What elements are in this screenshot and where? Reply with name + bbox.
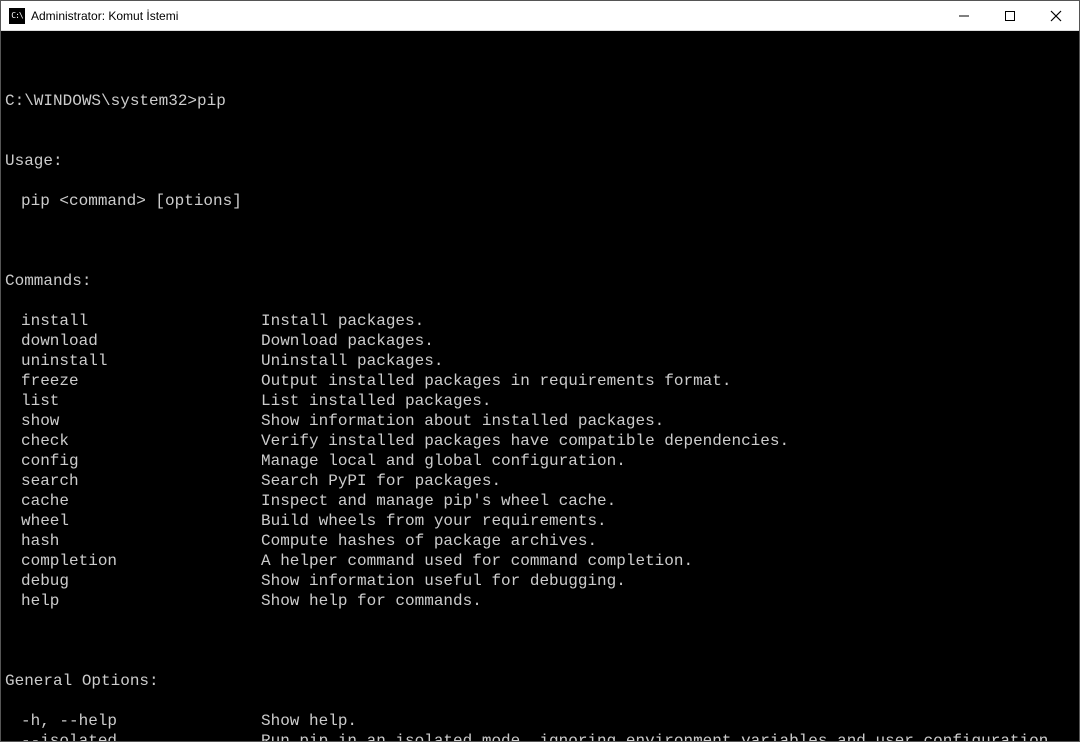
command-desc: Manage local and global configuration. — [261, 451, 1075, 471]
command-desc: Build wheels from your requirements. — [261, 511, 1075, 531]
command-row: helpShow help for commands. — [5, 591, 1075, 611]
command-desc: Verify installed packages have compatibl… — [261, 431, 1075, 451]
command-row: completionA helper command used for comm… — [5, 551, 1075, 571]
options-header: General Options: — [5, 671, 1075, 691]
typed-command: pip — [197, 92, 226, 110]
command-desc: Inspect and manage pip's wheel cache. — [261, 491, 1075, 511]
command-row: debugShow information useful for debuggi… — [5, 571, 1075, 591]
commands-header: Commands: — [5, 271, 1075, 291]
command-name: search — [5, 471, 261, 491]
usage-header: Usage: — [5, 151, 1075, 171]
command-desc: Download packages. — [261, 331, 1075, 351]
command-name: show — [5, 411, 261, 431]
command-name: uninstall — [5, 351, 261, 371]
option-flag: --isolated — [5, 731, 261, 741]
option-flag: -h, --help — [5, 711, 261, 731]
close-button[interactable] — [1033, 1, 1079, 30]
command-desc: Show information useful for debugging. — [261, 571, 1075, 591]
terminal-output[interactable]: C:\WINDOWS\system32>pip Usage: pip <comm… — [1, 31, 1079, 741]
command-row: configManage local and global configurat… — [5, 451, 1075, 471]
command-name: freeze — [5, 371, 261, 391]
command-desc: Show information about installed package… — [261, 411, 1075, 431]
command-name: install — [5, 311, 261, 331]
command-desc: A helper command used for command comple… — [261, 551, 1075, 571]
options-list: -h, --helpShow help.--isolatedRun pip in… — [5, 711, 1075, 741]
commands-list: installInstall packages.downloadDownload… — [5, 311, 1075, 611]
command-row: wheelBuild wheels from your requirements… — [5, 511, 1075, 531]
title-bar: C:\ Administrator: Komut İstemi — [1, 1, 1079, 31]
command-row: listList installed packages. — [5, 391, 1075, 411]
command-row: searchSearch PyPI for packages. — [5, 471, 1075, 491]
command-desc: Compute hashes of package archives. — [261, 531, 1075, 551]
command-name: config — [5, 451, 261, 471]
command-desc: Output installed packages in requirement… — [261, 371, 1075, 391]
command-desc: Uninstall packages. — [261, 351, 1075, 371]
prompt: C:\WINDOWS\system32> — [5, 92, 197, 110]
command-name: completion — [5, 551, 261, 571]
command-desc: Show help for commands. — [261, 591, 1075, 611]
command-name: check — [5, 431, 261, 451]
option-desc: Run pip in an isolated mode, ignoring en… — [261, 731, 1075, 741]
command-desc: List installed packages. — [261, 391, 1075, 411]
command-name: help — [5, 591, 261, 611]
command-row: freezeOutput installed packages in requi… — [5, 371, 1075, 391]
command-name: debug — [5, 571, 261, 591]
command-name: wheel — [5, 511, 261, 531]
usage-body: pip <command> [options] — [5, 191, 1075, 211]
prompt-line: C:\WINDOWS\system32>pip — [5, 91, 1075, 111]
window-controls — [941, 1, 1079, 30]
command-row: checkVerify installed packages have comp… — [5, 431, 1075, 451]
option-desc: Show help. — [261, 711, 1075, 731]
window-title: Administrator: Komut İstemi — [31, 9, 941, 23]
option-row: -h, --helpShow help. — [5, 711, 1075, 731]
command-row: hashCompute hashes of package archives. — [5, 531, 1075, 551]
command-name: list — [5, 391, 261, 411]
command-row: installInstall packages. — [5, 311, 1075, 331]
command-name: hash — [5, 531, 261, 551]
command-row: showShow information about installed pac… — [5, 411, 1075, 431]
command-row: cacheInspect and manage pip's wheel cach… — [5, 491, 1075, 511]
command-desc: Install packages. — [261, 311, 1075, 331]
minimize-button[interactable] — [941, 1, 987, 30]
cmd-icon: C:\ — [9, 8, 25, 24]
command-name: cache — [5, 491, 261, 511]
maximize-button[interactable] — [987, 1, 1033, 30]
command-desc: Search PyPI for packages. — [261, 471, 1075, 491]
command-name: download — [5, 331, 261, 351]
command-row: downloadDownload packages. — [5, 331, 1075, 351]
option-row: --isolatedRun pip in an isolated mode, i… — [5, 731, 1075, 741]
command-row: uninstallUninstall packages. — [5, 351, 1075, 371]
